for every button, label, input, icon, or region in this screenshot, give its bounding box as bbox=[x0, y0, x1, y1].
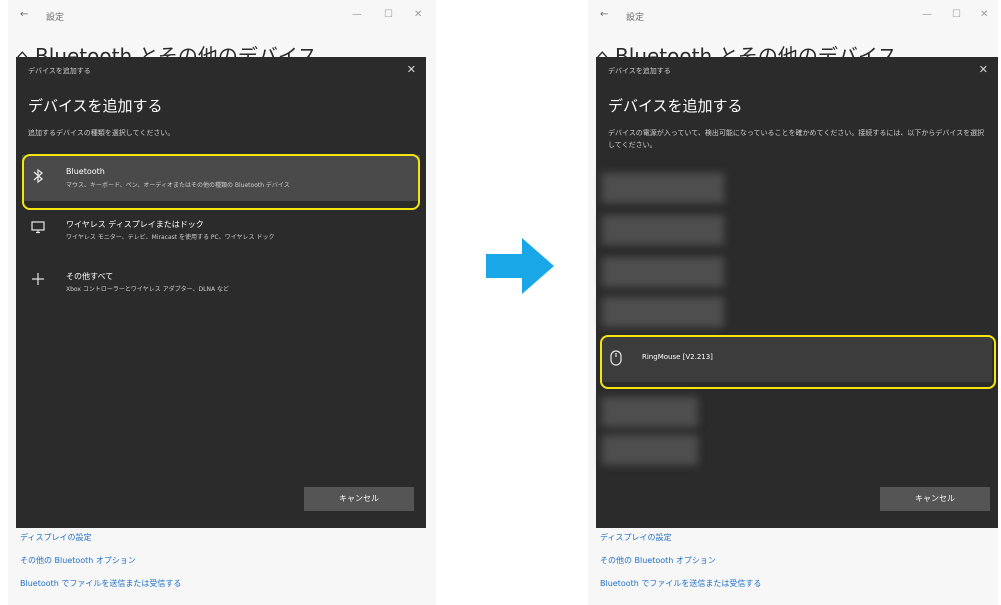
dialog-close-icon[interactable]: ✕ bbox=[979, 63, 988, 76]
cancel-button[interactable]: キャンセル bbox=[880, 487, 990, 511]
bluetooth-file-transfer-link[interactable]: Bluetooth でファイルを送信または受信する bbox=[20, 578, 181, 589]
window-title: 設定 bbox=[46, 13, 65, 23]
option-wireless-display[interactable]: ワイヤレス ディスプレイまたはドック ワイヤレス モニター、テレビ、Miraca… bbox=[22, 207, 420, 253]
close-button[interactable]: ✕ bbox=[414, 9, 422, 20]
monitor-icon bbox=[30, 220, 46, 236]
option-title: ワイヤレス ディスプレイまたはドック bbox=[66, 220, 204, 229]
back-arrow-icon[interactable]: ← bbox=[600, 9, 608, 20]
option-description: Xbox コントローラーとワイヤレス アダプター、DLNA など bbox=[66, 286, 229, 293]
blurred-device bbox=[602, 397, 698, 427]
maximize-button[interactable]: ☐ bbox=[952, 9, 961, 20]
dialog-header: デバイスを追加する bbox=[28, 67, 91, 75]
option-everything-else[interactable]: その他すべて Xbox コントローラーとワイヤレス アダプター、DLNA など bbox=[22, 259, 420, 305]
highlight-frame bbox=[22, 154, 420, 210]
maximize-button[interactable]: ☐ bbox=[384, 9, 393, 20]
bluetooth-options-link[interactable]: その他の Bluetooth オプション bbox=[600, 555, 761, 566]
right-arrow-icon bbox=[486, 238, 554, 294]
bluetooth-file-transfer-link[interactable]: Bluetooth でファイルを送信または受信する bbox=[600, 578, 761, 589]
settings-window-left: ← 設定 — ☐ ✕ ⌂ Bluetooth とその他のデバイス デバイスを追加… bbox=[8, 0, 436, 605]
dialog-title: デバイスを追加する bbox=[28, 97, 163, 115]
blurred-device bbox=[602, 297, 724, 327]
blurred-device bbox=[602, 215, 724, 245]
window-title: 設定 bbox=[626, 13, 645, 23]
close-button[interactable]: ✕ bbox=[980, 9, 988, 20]
bluetooth-options-link[interactable]: その他の Bluetooth オプション bbox=[20, 555, 181, 566]
display-settings-link[interactable]: ディスプレイの設定 bbox=[20, 532, 181, 543]
settings-window-right: ← 設定 — ☐ ✕ ⌂ Bluetooth とその他のデバイス デバイスを追加… bbox=[588, 0, 998, 605]
add-device-dialog: デバイスを追加する ✕ デバイスを追加する デバイスの電源が入っていて、検出可能… bbox=[596, 57, 998, 528]
dialog-subtitle: デバイスの電源が入っていて、検出可能になっていることを確かめてください。接続する… bbox=[608, 129, 985, 149]
highlight-frame bbox=[600, 335, 996, 389]
title-bar: ← 設定 — ☐ ✕ bbox=[588, 0, 998, 32]
related-links: ディスプレイの設定 その他の Bluetooth オプション Bluetooth… bbox=[20, 532, 181, 601]
display-settings-link[interactable]: ディスプレイの設定 bbox=[600, 532, 761, 543]
back-arrow-icon[interactable]: ← bbox=[20, 9, 28, 20]
dialog-subtitle: 追加するデバイスの種類を選択してください。 bbox=[28, 129, 175, 137]
cancel-button[interactable]: キャンセル bbox=[304, 487, 414, 511]
dialog-close-icon[interactable]: ✕ bbox=[407, 63, 416, 76]
related-links: ディスプレイの設定 その他の Bluetooth オプション Bluetooth… bbox=[600, 532, 761, 601]
plus-icon bbox=[30, 272, 46, 288]
add-device-dialog: デバイスを追加する ✕ デバイスを追加する 追加するデバイスの種類を選択してくだ… bbox=[16, 57, 426, 528]
blurred-device bbox=[602, 435, 698, 465]
dialog-title: デバイスを追加する bbox=[608, 97, 743, 115]
option-description: ワイヤレス モニター、テレビ、Miracast を使用する PC、ワイヤレス ド… bbox=[66, 234, 275, 241]
blurred-device bbox=[602, 257, 724, 287]
title-bar: ← 設定 — ☐ ✕ bbox=[8, 0, 436, 32]
blurred-device bbox=[602, 173, 724, 203]
option-title: その他すべて bbox=[66, 272, 114, 281]
dialog-header: デバイスを追加する bbox=[608, 67, 671, 75]
minimize-button[interactable]: — bbox=[922, 9, 932, 20]
minimize-button[interactable]: — bbox=[352, 9, 362, 20]
